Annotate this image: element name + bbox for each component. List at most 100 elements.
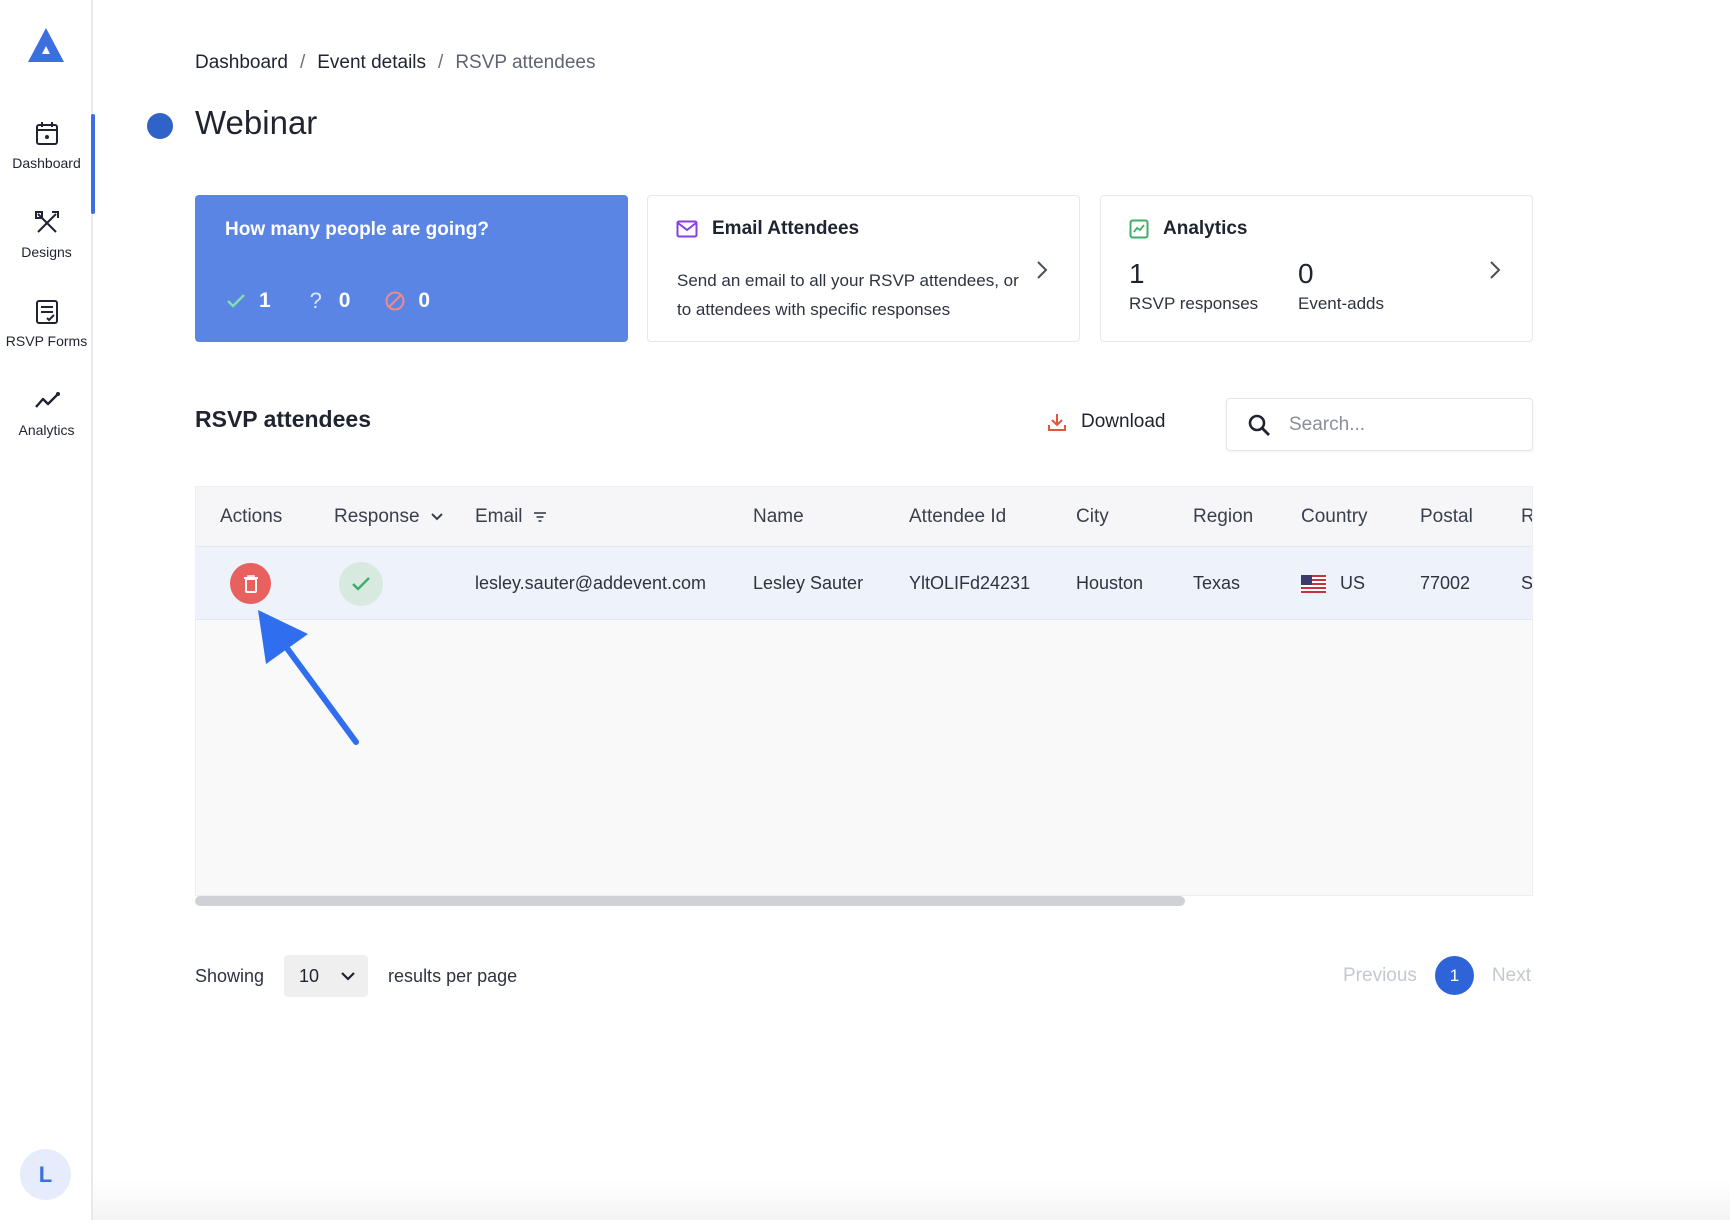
breadcrumb-event-details[interactable]: Event details (317, 52, 426, 74)
sidebar-item-label: Dashboard (12, 155, 81, 171)
sidebar-item-rsvp-forms[interactable]: RSVP Forms (0, 298, 93, 378)
sidebar-item-designs[interactable]: Designs (0, 209, 93, 289)
column-header-region: Region (1193, 506, 1254, 527)
sidebar-item-label: RSVP Forms (5, 333, 88, 349)
stat-no: 0 (384, 289, 430, 313)
cell-name: Lesley Sauter (753, 573, 864, 593)
attendance-summary-card: How many people are going? 1 ? 0 0 (195, 195, 628, 342)
sidebar-item-label: Analytics (18, 422, 75, 438)
column-header-country: Country (1301, 506, 1368, 527)
question-icon: ? (309, 288, 322, 313)
rsvp-responses-value: 1 (1129, 258, 1145, 289)
search-field[interactable] (1226, 398, 1533, 451)
form-icon (35, 300, 58, 324)
column-header-city: City (1076, 506, 1109, 527)
cell-postal: 77002 (1420, 573, 1471, 593)
cell-email: lesley.sauter@addevent.com (475, 573, 707, 593)
column-header-postal: Postal (1420, 506, 1473, 527)
analytics-header: Analytics (1129, 218, 1247, 240)
horizontal-scrollbar[interactable] (195, 896, 1533, 908)
stat-yes-count: 1 (259, 289, 271, 312)
table-row: lesley.sauter@addevent.com Lesley Sauter… (196, 547, 1533, 620)
attendance-stats: 1 ? 0 0 (225, 288, 430, 313)
next-page-button[interactable]: Next (1492, 965, 1531, 987)
section-title: RSVP attendees (195, 406, 371, 432)
sidebar-item-label: Designs (21, 244, 72, 260)
breadcrumb-separator: / (438, 52, 444, 73)
stat-maybe: ? 0 (305, 288, 351, 313)
column-header-actions: Actions (220, 506, 283, 527)
chevron-down-icon (430, 513, 443, 521)
event-color-dot (147, 113, 173, 139)
page-1-button[interactable]: 1 (1434, 956, 1474, 995)
cell-attendee-id: YltOLIFd24231 (909, 573, 1031, 593)
stat-maybe-count: 0 (338, 289, 351, 312)
bottom-fade (93, 1180, 1730, 1220)
cell-country: US (1301, 573, 1365, 594)
column-header-email-label: Email (475, 506, 523, 527)
attendance-summary-title: How many people are going? (225, 219, 489, 240)
sidebar-item-dashboard[interactable]: Dashboard (0, 114, 95, 214)
per-page-select[interactable]: 10 (284, 955, 369, 997)
column-header-attendee-id: Attendee Id (909, 506, 1007, 527)
event-adds-value: 0 (1298, 258, 1314, 289)
column-header-response[interactable]: Response (334, 506, 444, 528)
chevron-down-icon (341, 972, 355, 981)
per-page-suffix: results per page (388, 965, 518, 986)
email-attendees-header: Email Attendees (676, 218, 859, 240)
page-title: Webinar (195, 104, 318, 141)
search-icon (1248, 414, 1270, 436)
download-button[interactable]: Download (1047, 411, 1166, 433)
previous-page-button[interactable]: Previous (1343, 965, 1417, 987)
us-flag-icon (1301, 575, 1326, 594)
envelope-icon (676, 220, 698, 238)
addevent-logo-icon[interactable] (24, 26, 68, 66)
rsvp-responses-metric: 1 RSVP responses (1129, 258, 1258, 314)
filter-icon (533, 512, 546, 522)
results-per-page-control: Showing 10 results per page (195, 955, 517, 997)
breadcrumb-separator: / (299, 52, 306, 73)
cell-city: Houston (1076, 573, 1144, 593)
per-page-value: 10 (299, 965, 320, 986)
cell-truncated: Se (1521, 573, 1533, 593)
sidebar-item-analytics[interactable]: Analytics (0, 387, 93, 467)
attendees-table: Actions Response Email Name Attendee Id … (195, 486, 1533, 896)
cell-region: Texas (1193, 573, 1241, 593)
event-adds-metric: 0 Event-adds (1298, 258, 1384, 314)
calendar-icon (35, 122, 58, 145)
stat-no-count: 0 (418, 289, 431, 312)
email-attendees-card[interactable]: Email Attendees Send an email to all you… (647, 195, 1080, 342)
event-adds-label: Event-adds (1298, 294, 1384, 313)
breadcrumb: Dashboard / Event details / RSVP attende… (195, 52, 595, 74)
prohibited-icon (384, 290, 406, 312)
chevron-right-icon[interactable] (1486, 256, 1504, 284)
email-attendees-description: Send an email to all your RSVP attendees… (677, 271, 1019, 319)
analytics-title: Analytics (1163, 218, 1248, 239)
scrollbar-thumb[interactable] (195, 896, 1185, 906)
rsvp-responses-label: RSVP responses (1129, 294, 1259, 313)
user-avatar[interactable]: L (20, 1149, 71, 1200)
check-icon (225, 290, 247, 312)
delete-attendee-button[interactable] (230, 563, 271, 604)
trash-icon (243, 574, 258, 593)
column-header-name: Name (753, 506, 804, 527)
download-label: Download (1081, 411, 1166, 432)
cell-country-code: US (1340, 573, 1366, 593)
breadcrumb-rsvp-attendees: RSVP attendees (455, 52, 596, 73)
column-header-email[interactable]: Email (475, 506, 547, 528)
stat-yes: 1 (225, 289, 271, 313)
analytics-card[interactable]: Analytics 1 RSVP responses 0 Event-adds (1100, 195, 1533, 342)
annotation-arrow-icon (258, 610, 359, 745)
column-header-truncated: Re (1521, 506, 1532, 528)
showing-label: Showing (195, 965, 265, 986)
breadcrumb-dashboard[interactable]: Dashboard (195, 52, 288, 74)
pagination: Previous 1 Next (1343, 956, 1531, 995)
email-attendees-title: Email Attendees (712, 218, 860, 239)
table-header: Actions Response Email Name Attendee Id … (196, 487, 1532, 547)
chevron-right-icon[interactable] (1033, 256, 1051, 284)
download-icon (1048, 414, 1066, 431)
designs-icon (34, 211, 59, 233)
search-input[interactable] (1289, 413, 1519, 436)
check-icon (352, 577, 370, 591)
chart-line-icon (34, 392, 60, 408)
